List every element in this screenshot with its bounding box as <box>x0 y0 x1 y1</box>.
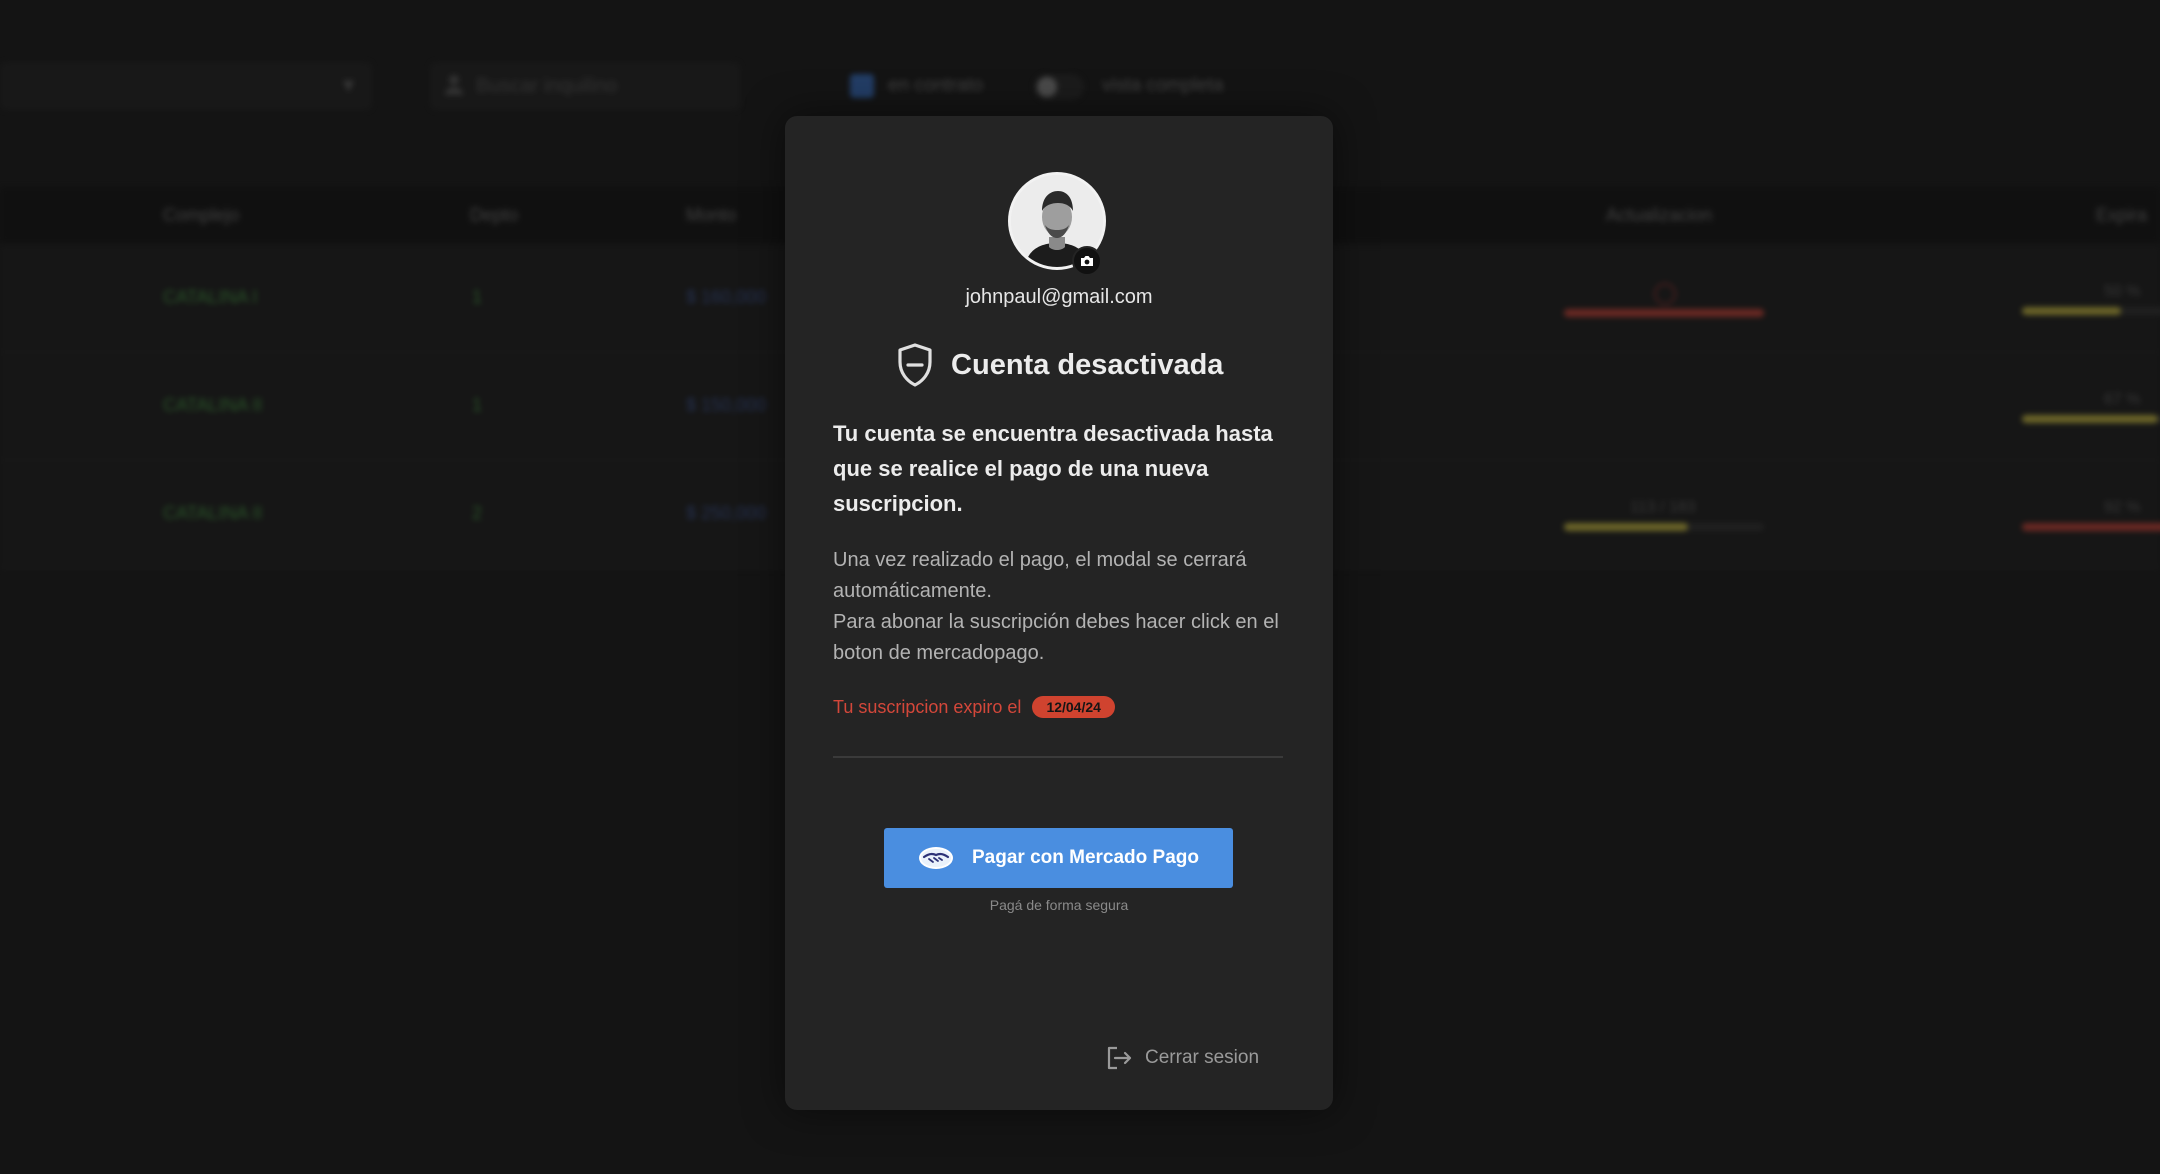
logout-button[interactable]: Cerrar sesion <box>1105 1044 1259 1072</box>
loading-icon <box>1654 283 1676 305</box>
complex-select[interactable]: ▾ <box>0 62 372 110</box>
expira-bar <box>2022 415 2160 423</box>
header-complejo: Complejo <box>163 205 240 225</box>
header-depto: Depto <box>470 205 519 225</box>
full-view-label: vista completa <box>1102 75 1224 96</box>
expiration-text: Tu suscripcion expiro el <box>833 697 1022 717</box>
header-expira: Expira <box>2096 205 2148 225</box>
actualizacion-label: 113 / 183 <box>1630 499 1696 516</box>
cell-monto: $ 150,000 <box>686 395 767 415</box>
deactivation-message: Tu cuenta se encuentra desactivada hasta… <box>833 421 1273 516</box>
chevron-down-icon: ▾ <box>342 72 354 97</box>
header-monto: Monto <box>686 205 737 225</box>
divider <box>833 756 1283 758</box>
expiration-date-badge: 12/04/24 <box>1032 696 1115 718</box>
search-input[interactable]: Buscar inquilino <box>430 62 740 110</box>
account-deactivated-modal: johnpaul@gmail.com Cuenta desactivada Tu… <box>785 116 1333 1110</box>
expira-label: 50 % <box>2104 283 2141 300</box>
instructions-line-2: Para abonar la suscripción debes hacer c… <box>833 611 1279 664</box>
cell-complejo: CATALINA I <box>163 287 258 307</box>
actualizacion-bar <box>1564 309 1764 317</box>
logout-icon <box>1107 1046 1132 1070</box>
in-contract-checkbox[interactable] <box>850 74 874 98</box>
handshake-icon <box>918 847 953 869</box>
secure-payment-note: Pagá de forma segura <box>989 897 1129 913</box>
pay-button-label: Pagar con Mercado Pago <box>971 847 1199 868</box>
expira-bar <box>2022 307 2160 315</box>
expira-label: 92 % <box>2104 499 2141 516</box>
modal-title: Cuenta desactivada <box>951 348 1224 381</box>
instructions-line-1: Una vez realizado el pago, el modal se c… <box>833 549 1247 602</box>
cell-complejo: CATALINA II <box>163 503 263 523</box>
actualizacion-bar <box>1564 523 1764 531</box>
expira-label: 67 % <box>2104 391 2141 408</box>
cell-complejo: CATALINA II <box>163 395 263 415</box>
expiration-notice: Tu suscripcion expiro el 12/04/24 <box>833 696 1115 718</box>
camera-icon[interactable] <box>1072 246 1102 276</box>
user-email: johnpaul@gmail.com <box>965 286 1153 308</box>
in-contract-label: en contrato <box>888 75 984 96</box>
modal-title-row: Cuenta desactivada <box>785 342 1333 388</box>
cell-depto: 2 <box>472 503 483 523</box>
logout-label: Cerrar sesion <box>1145 1047 1260 1068</box>
pay-mercadopago-button[interactable]: Pagar con Mercado Pago <box>884 828 1233 888</box>
full-view-toggle[interactable] <box>1034 74 1084 100</box>
cell-monto: $ 160,000 <box>686 287 767 307</box>
cell-depto: 1 <box>472 395 483 415</box>
cell-monto: $ 250,000 <box>686 503 767 523</box>
shield-icon <box>897 343 932 387</box>
expira-bar <box>2022 523 2160 531</box>
search-placeholder: Buscar inquilino <box>476 75 618 97</box>
header-actualizacion: Actualizacion <box>1606 205 1713 225</box>
cell-depto: 1 <box>472 287 483 307</box>
payment-instructions: Una vez realizado el pago, el modal se c… <box>833 545 1293 669</box>
user-icon <box>445 75 463 95</box>
